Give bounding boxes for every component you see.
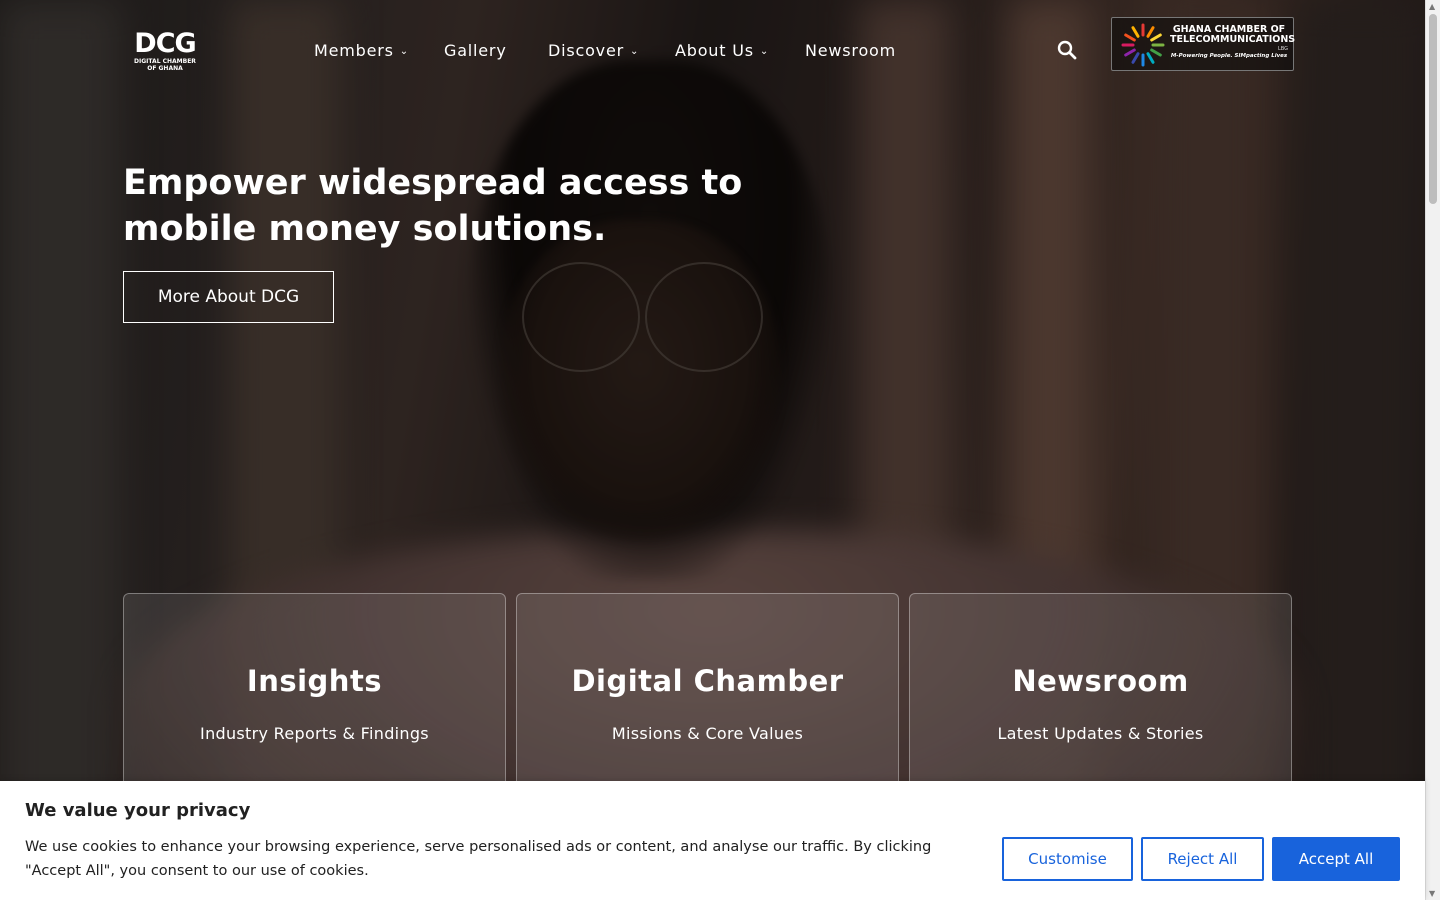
customise-button[interactable]: Customise	[1002, 837, 1133, 881]
partner-suffix: LBG	[1277, 46, 1288, 52]
logo-subtitle-line1: DIGITAL CHAMBER	[134, 58, 196, 65]
nav-item-newsroom[interactable]: Newsroom	[805, 40, 896, 62]
chevron-down-icon: ⌄	[759, 46, 770, 57]
card-title: Digital Chamber	[571, 664, 844, 698]
hero-headline-line2: mobile money solutions.	[123, 209, 607, 249]
page-scrollbar[interactable]: ▲ ▼	[1425, 0, 1440, 900]
card-subtitle: Industry Reports & Findings	[200, 724, 429, 743]
logo-mark: DCG	[134, 28, 196, 59]
card-insights[interactable]: Insights Industry Reports & Findings	[123, 593, 506, 813]
hero-headline: Empower widespread access to mobile mone…	[123, 160, 823, 252]
nav-item-label: Discover	[548, 41, 624, 60]
logo-subtitle-line2: OF GHANA	[147, 65, 183, 72]
card-title: Newsroom	[1012, 664, 1189, 698]
cookie-consent-banner: We value your privacy We use cookies to …	[0, 781, 1425, 900]
nav-item-label: Gallery	[444, 41, 507, 60]
nav-item-members[interactable]: Members ⌄	[314, 40, 409, 63]
partner-line2: TELECOMMUNICATIONS	[1170, 34, 1296, 45]
cookie-title: We value your privacy	[25, 800, 251, 821]
cookie-text: We use cookies to enhance your browsing …	[25, 839, 932, 879]
card-title: Insights	[246, 664, 383, 698]
nav-item-discover[interactable]: Discover ⌄	[548, 40, 639, 63]
chevron-down-icon: ⌄	[399, 46, 409, 57]
dcg-logo[interactable]: DCG DIGITAL CHAMBER OF GHANA	[133, 30, 197, 74]
accept-all-button[interactable]: Accept All	[1272, 837, 1400, 881]
nav-item-gallery[interactable]: Gallery	[444, 40, 507, 62]
scroll-up-arrow-icon[interactable]: ▲	[1429, 2, 1435, 11]
card-subtitle: Latest Updates & Stories	[997, 724, 1204, 743]
rainbow-ring-icon	[1121, 23, 1165, 67]
partner-logo-gct[interactable]: GHANA CHAMBER OF TELECOMMUNICATIONS LBG …	[1111, 17, 1296, 71]
partner-title: GHANA CHAMBER OF TELECOMMUNICATIONS	[1170, 25, 1296, 45]
partner-tagline: M-Powering People. SIMpacting Lives	[1170, 53, 1288, 59]
nav-item-about-us[interactable]: About Us ⌄	[675, 40, 769, 63]
nav-item-label: Members	[314, 41, 394, 60]
scroll-down-arrow-icon[interactable]: ▼	[1429, 889, 1435, 898]
reject-all-button[interactable]: Reject All	[1141, 837, 1264, 881]
scrollbar-thumb[interactable]	[1429, 14, 1437, 204]
nav-item-label: About Us	[675, 41, 754, 60]
chevron-down-icon: ⌄	[629, 46, 640, 57]
hero-headline-line1: Empower widespread access to	[123, 163, 743, 203]
card-newsroom[interactable]: Newsroom Latest Updates & Stories	[909, 593, 1292, 813]
search-icon[interactable]	[1057, 40, 1077, 60]
card-subtitle: Missions & Core Values	[611, 724, 804, 743]
nav-item-label: Newsroom	[805, 41, 897, 60]
card-digital-chamber[interactable]: Digital Chamber Missions & Core Values	[516, 593, 899, 813]
more-about-dcg-button[interactable]: More About DCG	[123, 271, 334, 323]
